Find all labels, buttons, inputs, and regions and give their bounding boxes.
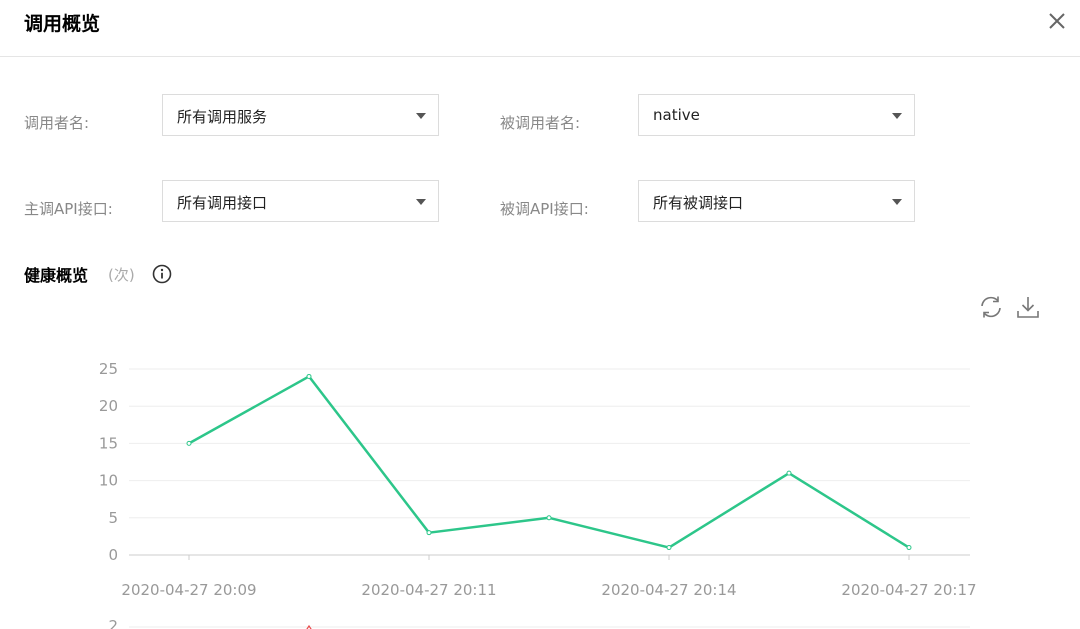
x-tick-label: 2020-04-27 20:11: [361, 581, 496, 599]
data-point: [906, 545, 912, 551]
x-tick-label: 2020-04-27 20:09: [121, 581, 256, 599]
callee-name-select[interactable]: native: [638, 94, 915, 136]
caller-name-label: 调用者名:: [24, 114, 90, 132]
download-icon[interactable]: [1015, 294, 1041, 320]
data-point: [306, 373, 312, 379]
series-line: [188, 375, 910, 549]
x-tick-label: 2020-04-27 20:17: [841, 581, 976, 599]
dialog-header: 调用概览: [0, 0, 1080, 57]
callee-api-select[interactable]: 所有被调接口: [638, 180, 915, 222]
data-point: [666, 545, 672, 551]
second-chart-y-tick-label: 2: [108, 617, 118, 629]
caret-down-icon: [416, 199, 426, 205]
caller-api-value: 所有调用接口: [177, 194, 268, 212]
y-tick-label: 5: [108, 509, 118, 527]
y-tick-label: 0: [108, 546, 118, 564]
caret-down-icon: [892, 199, 902, 205]
x-tick-label: 2020-04-27 20:14: [601, 581, 736, 599]
health-overview-unit: (次): [108, 266, 135, 284]
data-point: [186, 440, 192, 446]
callee-api-label: 被调API接口:: [500, 200, 589, 218]
y-tick-label: 25: [99, 360, 118, 378]
callee-name-label: 被调用者名:: [500, 114, 581, 132]
y-tick-label: 15: [99, 434, 118, 452]
caret-down-icon: [416, 113, 426, 119]
caller-name-value: 所有调用服务: [177, 108, 268, 126]
y-tick-label: 10: [99, 472, 118, 490]
health-line-chart: 0 5 10 15 20 25 2020-04-27 20:09 2020-04-27 20:…: [99, 360, 977, 629]
dialog-title: 调用概览: [24, 13, 101, 35]
info-icon[interactable]: [152, 264, 172, 284]
caller-api-label: 主调API接口:: [24, 200, 113, 218]
caller-name-select[interactable]: 所有调用服务: [162, 94, 439, 136]
close-icon[interactable]: [1046, 10, 1068, 32]
caller-api-select[interactable]: 所有调用接口: [162, 180, 439, 222]
y-tick-label: 20: [99, 397, 118, 415]
data-point: [546, 515, 552, 521]
health-overview-title: 健康概览: [24, 266, 89, 285]
data-point: [426, 530, 432, 536]
refresh-icon[interactable]: [978, 294, 1004, 320]
callee-name-value: native: [653, 106, 700, 124]
caret-down-icon: [892, 113, 902, 119]
callee-api-value: 所有被调接口: [653, 194, 744, 212]
data-point: [786, 470, 792, 476]
